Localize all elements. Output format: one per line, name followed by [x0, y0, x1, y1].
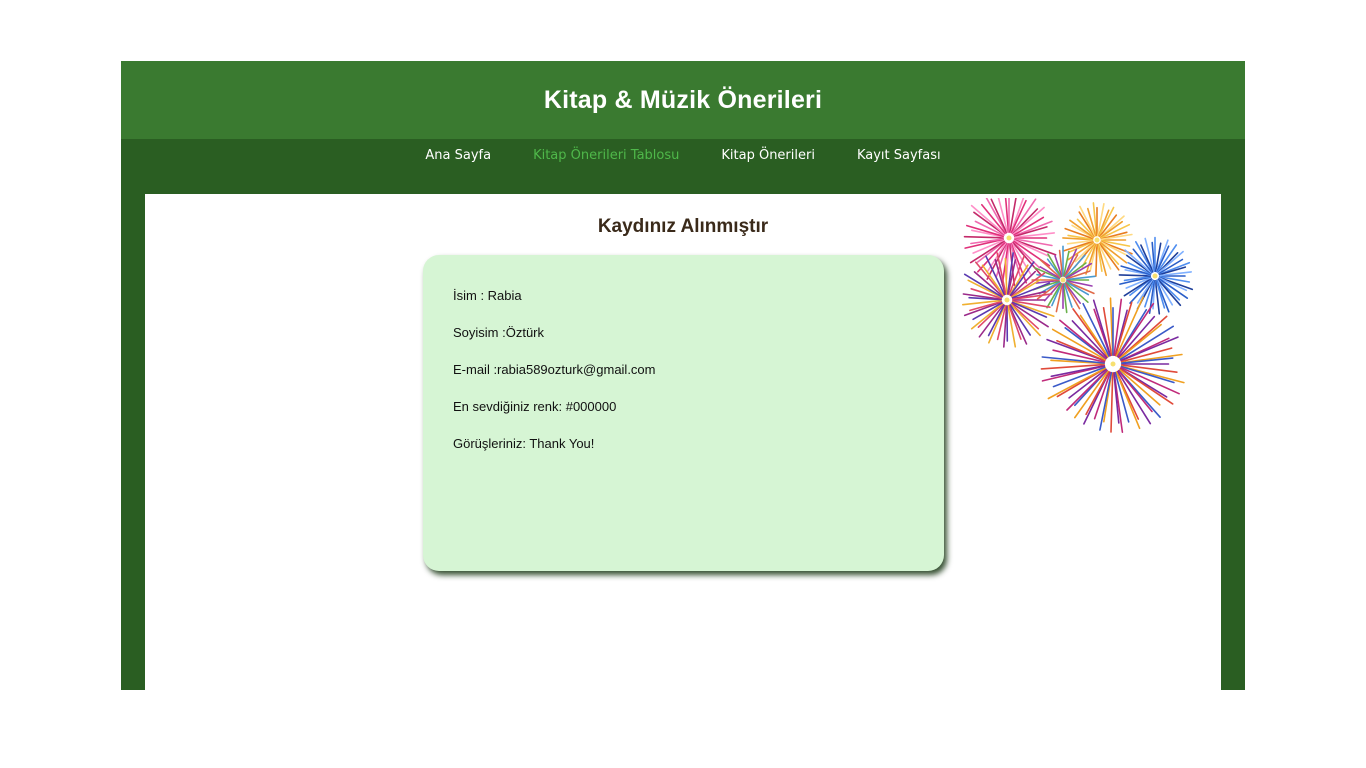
nav-link-ana-sayfa[interactable]: Ana Sayfa — [425, 139, 491, 163]
nav-link-kitap-onerileri[interactable]: Kitap Önerileri — [721, 139, 815, 163]
nav-link-kayit-sayfasi[interactable]: Kayıt Sayfası — [857, 139, 941, 163]
page-frame: Kitap & Müzik Önerileri Ana Sayfa Kitap … — [121, 61, 1245, 690]
field-surname: Soyisim :Öztürk — [453, 325, 545, 340]
site-header: Kitap & Müzik Önerileri — [121, 61, 1245, 139]
field-favorite-color: En sevdiğiniz renk: #000000 — [453, 399, 617, 414]
field-email: E-mail :rabia589ozturk@gmail.com — [453, 362, 656, 377]
field-name: İsim : Rabia — [453, 288, 522, 303]
nav-link-kitap-onerileri-tablosu[interactable]: Kitap Önerileri Tablosu — [533, 139, 679, 163]
nav-bar: Ana Sayfa Kitap Önerileri Tablosu Kitap … — [121, 139, 1245, 194]
registration-card: İsim : Rabia Soyisim :Öztürk E-mail :rab… — [423, 255, 944, 571]
field-comments: Görüşleriniz: Thank You! — [453, 436, 595, 451]
site-title: Kitap & Müzik Önerileri — [543, 85, 823, 114]
fireworks-image — [962, 198, 1194, 433]
content-panel: Kaydınız Alınmıştır İsim : Rabia Soyisim… — [145, 194, 1221, 690]
